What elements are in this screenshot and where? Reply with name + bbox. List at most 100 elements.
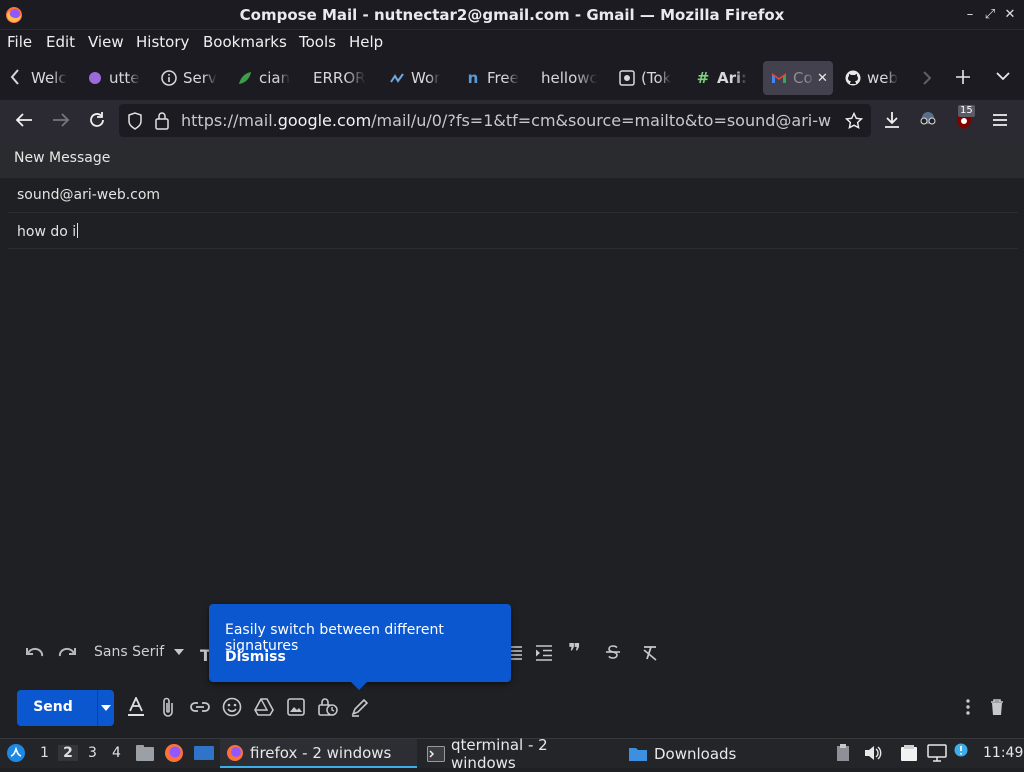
workspace-2[interactable]: 2 <box>58 745 78 761</box>
volume-icon[interactable] <box>864 745 882 761</box>
more-options-icon[interactable] <box>961 698 975 716</box>
menu-history[interactable]: History <box>136 33 189 51</box>
token-icon <box>619 70 635 86</box>
bookmark-star-icon[interactable] <box>845 112 863 130</box>
menu-bookmarks[interactable]: Bookmarks <box>203 33 287 51</box>
purple-orb-icon <box>87 70 103 86</box>
tab-7[interactable]: hellowc <box>541 61 605 95</box>
insert-photo-icon[interactable] <box>287 698 305 716</box>
confidential-mode-icon[interactable] <box>318 697 338 717</box>
tab-10-active[interactable]: Co ✕ <box>763 61 833 95</box>
taskbar-downloads-task[interactable]: Downloads <box>628 739 738 768</box>
insert-link-icon[interactable] <box>190 700 210 714</box>
redo-icon[interactable] <box>57 645 77 661</box>
new-tab-icon[interactable] <box>955 69 971 85</box>
menu-tools[interactable]: Tools <box>299 33 336 51</box>
padlock-icon[interactable] <box>155 112 169 130</box>
tab-9[interactable]: # Ari: <box>695 61 747 95</box>
tab-0[interactable]: Welc <box>31 61 71 95</box>
tabs-scroll-left-icon[interactable] <box>9 68 21 86</box>
menu-view[interactable]: View <box>88 33 124 51</box>
close-tab-icon[interactable]: ✕ <box>817 71 828 86</box>
firefox-launcher-icon[interactable] <box>164 743 184 763</box>
tab-1[interactable]: utte <box>87 61 143 95</box>
window-title: Compose Mail - nutnectar2@gmail.com - Gm… <box>239 6 785 24</box>
taskbar-terminal-task[interactable]: qterminal - 2 windows <box>427 736 617 772</box>
divider <box>8 248 1018 249</box>
taskbar-firefox-task[interactable]: firefox - 2 windows <box>220 739 417 768</box>
url-bar[interactable]: https://mail.google.com/mail/u/0/?fs=1&t… <box>119 104 871 137</box>
back-icon[interactable] <box>15 112 33 128</box>
send-button[interactable]: Send <box>17 699 89 715</box>
insert-emoji-icon[interactable] <box>222 697 242 717</box>
attach-file-icon[interactable] <box>161 697 175 717</box>
firefox-icon <box>226 744 244 762</box>
indent-more-icon[interactable] <box>535 645 553 661</box>
clock: 11:49 <box>983 745 1024 761</box>
font-family-select[interactable]: Sans Serif <box>94 644 164 660</box>
forward-icon[interactable] <box>52 112 70 128</box>
tracking-shield-icon[interactable] <box>127 112 143 130</box>
tab-2[interactable]: Serv <box>161 61 221 95</box>
tab-label: web <box>867 69 899 87</box>
tab-label: Free <box>487 69 519 87</box>
navigation-toolbar: https://mail.google.com/mail/u/0/?fs=1&t… <box>0 100 1024 141</box>
tab-6[interactable]: n Free <box>465 61 521 95</box>
workspace-3[interactable]: 3 <box>88 745 97 761</box>
tab-5[interactable]: Wor <box>389 61 447 95</box>
tab-3[interactable]: cian <box>237 61 295 95</box>
task-label: firefox - 2 windows <box>250 743 392 762</box>
tab-4[interactable]: ERROR <box>313 61 369 95</box>
reload-icon[interactable] <box>88 111 106 129</box>
hash-icon: # <box>696 69 710 87</box>
tab-8[interactable]: (Tok <box>619 61 675 95</box>
folder-icon <box>628 746 648 762</box>
quote-icon[interactable]: ❞ <box>568 642 581 664</box>
dismiss-button[interactable]: Dismiss <box>225 649 286 665</box>
downloads-icon[interactable] <box>883 111 901 129</box>
network-tray-icon[interactable] <box>927 744 947 762</box>
list-all-tabs-icon[interactable] <box>996 71 1010 81</box>
app-menu-icon[interactable] <box>992 113 1008 127</box>
menu-edit[interactable]: Edit <box>46 33 75 51</box>
google-drive-icon[interactable] <box>254 698 274 716</box>
tab-11[interactable]: web <box>845 61 901 95</box>
extension-glasses-icon[interactable] <box>918 111 938 129</box>
strikethrough-icon[interactable] <box>605 644 621 660</box>
url-domain: google.com <box>277 111 372 130</box>
update-notifier-icon[interactable] <box>954 743 968 757</box>
show-desktop-icon[interactable] <box>193 744 215 762</box>
tabs-scroll-right-icon[interactable] <box>922 70 932 86</box>
url-text[interactable]: https://mail.google.com/mail/u/0/?fs=1&t… <box>181 111 831 130</box>
recipient-field[interactable]: sound@ari-web.com <box>17 187 160 203</box>
tab-label: hellowc <box>541 69 598 87</box>
leaf-icon <box>237 70 253 86</box>
terminal-icon <box>427 745 445 762</box>
remove-formatting-icon[interactable] <box>642 645 658 661</box>
menu-file[interactable]: File <box>7 33 32 51</box>
minimize-button[interactable]: – <box>962 7 978 23</box>
notes-tray-icon[interactable] <box>900 744 918 762</box>
workspace-1[interactable]: 1 <box>40 745 49 761</box>
compose-header: New Message <box>0 141 1024 178</box>
app-launcher-icon[interactable] <box>6 743 26 763</box>
maximize-button[interactable]: ⤢ <box>982 7 998 23</box>
workspace-4[interactable]: 4 <box>112 745 121 761</box>
tab-label: (Tok <box>641 69 672 87</box>
tab-label: Welc <box>31 69 67 87</box>
font-dropdown-icon[interactable] <box>174 649 184 655</box>
insert-signature-icon[interactable] <box>350 697 370 717</box>
formatting-options-icon[interactable] <box>127 697 145 717</box>
discard-draft-icon[interactable] <box>989 698 1005 716</box>
tab-label: Co <box>793 69 813 87</box>
text-cursor <box>77 223 79 238</box>
message-body[interactable]: how do i <box>17 223 79 240</box>
clipboard-tray-icon[interactable] <box>836 744 850 762</box>
menu-help[interactable]: Help <box>349 33 383 51</box>
close-window-button[interactable]: ✕ <box>1002 7 1018 23</box>
file-manager-launcher-icon[interactable] <box>135 744 155 762</box>
window-titlebar: Compose Mail - nutnectar2@gmail.com - Gm… <box>0 0 1024 30</box>
undo-icon[interactable] <box>25 645 45 661</box>
chevron-down-icon <box>100 705 111 711</box>
schedule-send-dropdown[interactable] <box>97 690 114 726</box>
